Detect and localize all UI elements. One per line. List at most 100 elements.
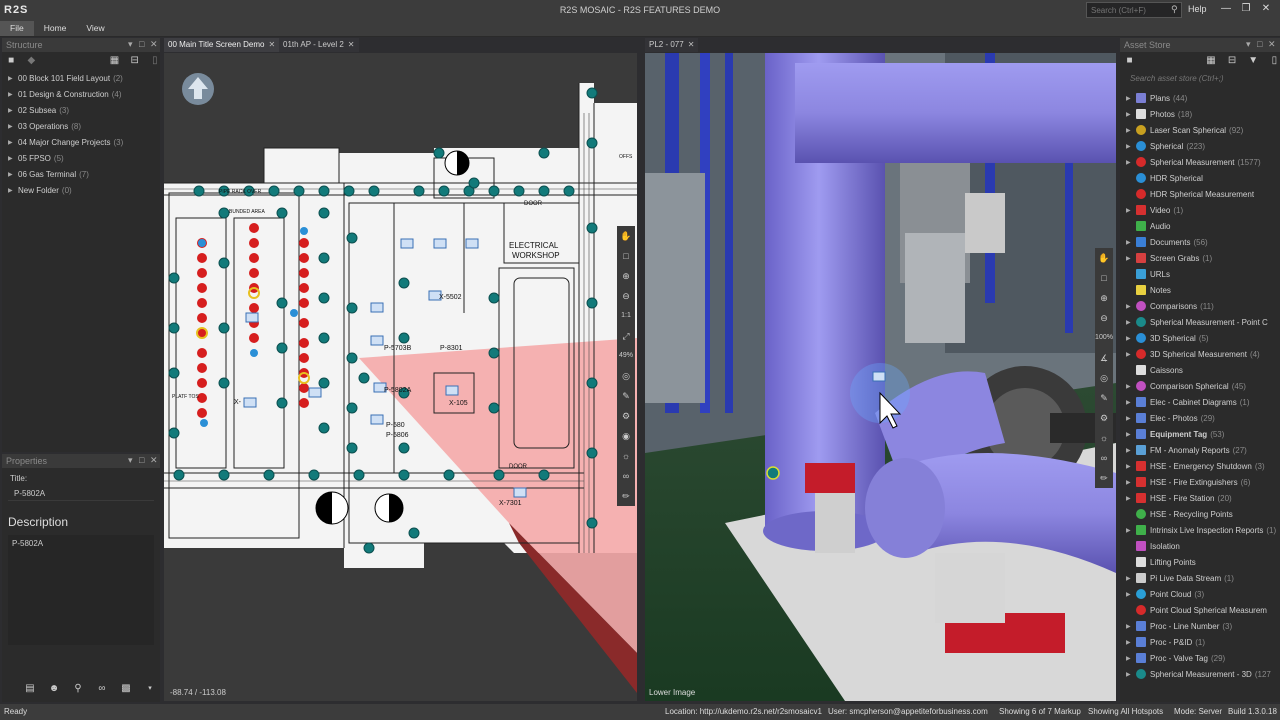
asset-category[interactable]: ▶ Plans (44) — [1120, 90, 1280, 106]
expand-arrow-icon[interactable]: ▶ — [1126, 255, 1136, 262]
expand-arrow-icon[interactable]: ▶ — [1126, 447, 1136, 454]
asset-category[interactable]: ▶ Comparison Spherical (45) — [1120, 378, 1280, 394]
asset-category[interactable]: ▶ Point Cloud (3) — [1120, 586, 1280, 602]
pin-icon[interactable]: ▾ — [128, 39, 133, 50]
global-search-input[interactable] — [1086, 2, 1182, 18]
eye-icon[interactable]: ☼ — [1095, 428, 1113, 448]
asset-category[interactable]: ▶ Comparisons (11) — [1120, 298, 1280, 314]
expand-arrow-icon[interactable]: ▶ — [1126, 415, 1136, 422]
close-icon[interactable]: ✕ — [150, 39, 158, 50]
edit-icon[interactable]: ✏ — [617, 486, 635, 506]
minimize-icon[interactable]: — — [1218, 3, 1234, 16]
close-tab-icon[interactable]: ✕ — [269, 40, 276, 49]
structure-folder[interactable]: ▶ 06 Gas Terminal (7) — [2, 166, 160, 182]
expand-arrow-icon[interactable]: ▶ — [8, 187, 18, 194]
expand-arrow-icon[interactable]: ▶ — [8, 91, 18, 98]
zoom-in-icon[interactable]: ⊕ — [617, 266, 635, 286]
asset-category[interactable]: HDR Spherical Measurement — [1120, 186, 1280, 202]
trash-icon[interactable]: ▯ — [150, 55, 160, 67]
fit-icon[interactable]: ⤢ — [617, 326, 635, 346]
expand-arrow-icon[interactable]: ▶ — [1126, 431, 1136, 438]
asset-search-input[interactable]: Search asset store (Ctrl+;) — [1124, 73, 1276, 87]
expand-arrow-icon[interactable]: ▶ — [1126, 399, 1136, 406]
asset-category[interactable]: Audio — [1120, 218, 1280, 234]
grid-icon[interactable]: ▦ — [109, 55, 119, 67]
pin-icon[interactable]: ▾ — [1246, 39, 1251, 50]
asset-category[interactable]: ▶ Proc - Line Number (3) — [1120, 618, 1280, 634]
asset-category[interactable]: ▶ 3D Spherical (5) — [1120, 330, 1280, 346]
asset-category[interactable]: ▶ Pi Live Data Stream (1) — [1120, 570, 1280, 586]
close-icon[interactable]: ✕ — [150, 455, 158, 466]
asset-category[interactable]: ▶ Elec - Photos (29) — [1120, 410, 1280, 426]
asset-category[interactable]: ▶ Spherical Measurement - 3D (127 — [1120, 666, 1280, 682]
tab-main-title[interactable]: 00 Main Title Screen Demo ✕ — [164, 38, 280, 52]
structure-folder[interactable]: ▶ New Folder (0) — [2, 182, 160, 198]
pencil-icon[interactable]: ✎ — [1095, 388, 1113, 408]
asset-category[interactable]: ▶ Laser Scan Spherical (92) — [1120, 122, 1280, 138]
pan-icon[interactable]: ✋ — [1095, 248, 1113, 268]
pencil-icon[interactable]: ✎ — [617, 386, 635, 406]
close-tab-icon[interactable]: ✕ — [348, 40, 355, 49]
expand-arrow-icon[interactable]: ▶ — [1126, 575, 1136, 582]
zoom-out-icon[interactable]: ⊖ — [1095, 308, 1113, 328]
expand-arrow-icon[interactable]: ▶ — [1126, 623, 1136, 630]
asset-category[interactable]: ▶ Spherical (223) — [1120, 138, 1280, 154]
asset-category[interactable]: ▶ HSE - Fire Extinguishers (6) — [1120, 474, 1280, 490]
report-icon[interactable]: ▩ — [120, 683, 132, 695]
settings-icon[interactable]: ⚙ — [1095, 408, 1113, 428]
close-icon[interactable]: ✕ — [1268, 39, 1276, 50]
structure-folder[interactable]: ▶ 05 FPSO (5) — [2, 150, 160, 166]
more-icon[interactable]: ▾ — [144, 683, 156, 695]
asset-category[interactable]: Point Cloud Spherical Measurem — [1120, 602, 1280, 618]
asset-category[interactable]: ▶ HSE - Fire Station (20) — [1120, 490, 1280, 506]
restore-icon[interactable]: ❐ — [1238, 3, 1254, 16]
measure-icon[interactable]: ∡ — [1095, 348, 1113, 368]
expand-arrow-icon[interactable]: ▶ — [1126, 207, 1136, 214]
layers-icon[interactable]: ◉ — [617, 426, 635, 446]
asset-category[interactable]: Lifting Points — [1120, 554, 1280, 570]
spherical-3d-view[interactable] — [645, 53, 1116, 701]
expand-arrow-icon[interactable]: ▶ — [8, 75, 18, 82]
description-field[interactable]: P-5802A — [8, 535, 154, 645]
expand-arrow-icon[interactable]: ▶ — [8, 139, 18, 146]
link-icon[interactable]: ∞ — [617, 466, 635, 486]
structure-folder[interactable]: ▶ 01 Design & Construction (4) — [2, 86, 160, 102]
tag-icon[interactable]: ◆ — [26, 55, 36, 67]
structure-folder[interactable]: ▶ 03 Operations (8) — [2, 118, 160, 134]
asset-category[interactable]: ▶ Spherical Measurement - Point C — [1120, 314, 1280, 330]
asset-category[interactable]: ▶ Intrinsix Live Inspection Reports (1) — [1120, 522, 1280, 538]
tab-level-2[interactable]: 01th AP - Level 2 ✕ — [279, 38, 359, 52]
structure-folder[interactable]: ▶ 02 Subsea (3) — [2, 102, 160, 118]
new-folder-icon[interactable]: ■ — [6, 55, 16, 67]
asset-category[interactable]: ▶ Proc - Valve Tag (29) — [1120, 650, 1280, 666]
expand-arrow-icon[interactable]: ▶ — [1126, 335, 1136, 342]
help-button[interactable]: Help — [1188, 4, 1207, 14]
document-icon[interactable]: ▤ — [24, 683, 36, 695]
asset-category[interactable]: ▶ Spherical Measurement (1577) — [1120, 154, 1280, 170]
menu-view[interactable]: View — [76, 21, 114, 36]
asset-category[interactable]: Isolation — [1120, 538, 1280, 554]
zoom-in-icon[interactable]: ⊕ — [1095, 288, 1113, 308]
asset-category[interactable]: Caissons — [1120, 362, 1280, 378]
collapse-icon[interactable]: ⊟ — [130, 55, 140, 67]
expand-arrow-icon[interactable]: ▶ — [1126, 591, 1136, 598]
expand-arrow-icon[interactable]: ▶ — [8, 171, 18, 178]
menu-file[interactable]: File — [0, 20, 34, 36]
expand-arrow-icon[interactable]: ▶ — [1126, 527, 1136, 534]
asset-category[interactable]: Notes — [1120, 282, 1280, 298]
expand-arrow-icon[interactable]: ▶ — [8, 107, 18, 114]
asset-category[interactable]: ▶ FM - Anomaly Reports (27) — [1120, 442, 1280, 458]
collapse-icon[interactable]: ⊟ — [1227, 55, 1238, 67]
asset-category[interactable]: URLs — [1120, 266, 1280, 282]
link-icon[interactable]: ∞ — [1095, 448, 1113, 468]
pin-icon[interactable]: ▾ — [128, 455, 133, 466]
search-icon[interactable]: ⚲ — [1171, 4, 1181, 14]
expand-arrow-icon[interactable]: ▶ — [8, 123, 18, 130]
target-icon[interactable]: ◎ — [617, 366, 635, 386]
close-icon[interactable]: ✕ — [1258, 3, 1274, 16]
scale-label[interactable]: 1:1 — [617, 306, 635, 326]
asset-category[interactable]: ▶ Proc - P&ID (1) — [1120, 634, 1280, 650]
expand-arrow-icon[interactable]: ▶ — [1126, 319, 1136, 326]
trash-icon[interactable]: ▯ — [1269, 55, 1280, 67]
select-icon[interactable]: □ — [1095, 268, 1113, 288]
